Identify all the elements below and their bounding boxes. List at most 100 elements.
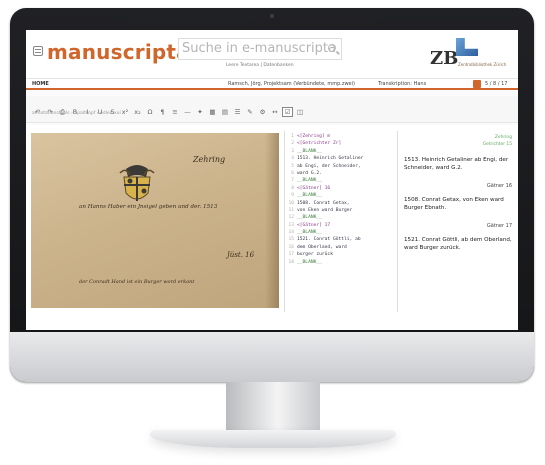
toolbar-button-icon[interactable]: x₂ bbox=[132, 108, 143, 116]
line-number: 1 bbox=[291, 134, 294, 139]
preview-paragraph: 1521. Conrat Göttli, ab dem Oberland, wa… bbox=[404, 237, 512, 251]
line-text: __BLANK__ bbox=[297, 193, 322, 199]
toolbar-button-icon[interactable]: Ω bbox=[145, 108, 156, 116]
camera-dot bbox=[270, 14, 274, 18]
toolbar-path: annotationstools › Spaltkopf › edlen.xul bbox=[32, 111, 121, 116]
line-number: 17 bbox=[288, 252, 294, 258]
editor-line[interactable]: 10 1508. Conrat Getax, bbox=[285, 201, 397, 208]
line-text: <[Gätner] 17 bbox=[297, 222, 331, 228]
editor-line[interactable]: 18 __BLANK__ bbox=[285, 260, 397, 267]
line-text: <[Gätner] 16 bbox=[297, 185, 331, 191]
manuscript-image[interactable]: Zehring an Hanns Haber ein Jnsigel geben… bbox=[31, 133, 279, 308]
line-number: 15 bbox=[288, 237, 294, 243]
line-number: 4 bbox=[291, 156, 294, 162]
page-badge[interactable] bbox=[473, 80, 481, 88]
search-input[interactable]: Suche in e-manuscripta bbox=[178, 38, 342, 60]
line-text: dem Oberland, ward bbox=[297, 244, 347, 250]
line-text: ward G.2. bbox=[297, 170, 322, 176]
editor-line[interactable]: 7 __BLANK__ bbox=[285, 178, 397, 185]
editor-line[interactable]: 9 __BLANK__ bbox=[285, 193, 397, 200]
line-number: 16 bbox=[288, 244, 294, 250]
transcription-preview: Zehring Getrichter 15 1513. Heinrich Get… bbox=[398, 131, 516, 309]
toolbar-button-icon[interactable]: ✦ bbox=[195, 108, 206, 116]
line-number: 8 bbox=[291, 185, 294, 191]
line-text: __BLANK__ bbox=[297, 178, 322, 184]
toolbar-button-icon[interactable]: ▦ bbox=[207, 108, 218, 116]
preview-paragraph: 1513. Heinrich Getaliner ab Engi, der Sc… bbox=[404, 157, 509, 171]
toolbar-button-icon[interactable]: ▤ bbox=[220, 108, 231, 116]
content-area: Zehring an Hanns Haber ein Jnsigel geben… bbox=[26, 125, 518, 330]
editor-line[interactable]: 2 <[Getrichter Zr] bbox=[285, 141, 397, 148]
editor-line[interactable]: 13 <[Gätner] 17 bbox=[285, 223, 397, 230]
line-text: von Eken ward Burger bbox=[297, 207, 353, 213]
line-number: 9 bbox=[291, 193, 294, 199]
preview-heading: Gätner 16 bbox=[486, 183, 512, 189]
line-number: 2 bbox=[291, 141, 294, 147]
manuscript-line: Zehring bbox=[193, 155, 226, 164]
manuscript-line: Jüst. 16 bbox=[227, 251, 255, 259]
monitor-stand-neck bbox=[226, 382, 320, 432]
toolbar-button-icon[interactable]: x² bbox=[120, 108, 131, 116]
zb-logo-mark bbox=[456, 38, 478, 56]
site-header: manuscripta Suche in e-manuscripta Leere… bbox=[26, 30, 518, 78]
toolbar-button-icon[interactable]: ¶ bbox=[157, 108, 168, 116]
line-number: 6 bbox=[291, 170, 294, 176]
line-text: <[Getrichter Zr] bbox=[297, 141, 342, 147]
monitor-frame: manuscripta Suche in e-manuscripta Leere… bbox=[10, 8, 534, 382]
transcription-editor[interactable]: 1 <[Zehring] m 2 <[Getrichter Zr] 3 __BLANK_… bbox=[284, 131, 398, 312]
search-sublinks[interactable]: Leere Textarea | Datenbanken bbox=[226, 63, 294, 68]
breadcrumb[interactable]: Ramsch, Jörg, Projektsam (Verbündete, mm… bbox=[228, 81, 355, 87]
editor-line[interactable]: 15 1521. Conrat Göttli, ab bbox=[285, 237, 397, 244]
line-number: 13 bbox=[288, 222, 294, 228]
editor-line[interactable]: 12 __BLANK__ bbox=[285, 215, 397, 222]
transcription-label[interactable]: Transkription: Hans bbox=[378, 81, 426, 87]
toolbar-button-icon[interactable]: ≡ bbox=[170, 108, 181, 116]
line-text: __BLANK__ bbox=[297, 215, 322, 221]
monitor-stand-base bbox=[150, 430, 396, 448]
line-text: __BLANK__ bbox=[297, 230, 322, 236]
nav-bar: HOME Ramsch, Jörg, Projektsam (Verbündet… bbox=[26, 78, 518, 90]
preview-paragraph: 1508. Conrat Getax, von Eken ward Burger… bbox=[404, 197, 504, 211]
page-gutter-shadow bbox=[265, 133, 279, 308]
monitor-chin bbox=[10, 332, 534, 382]
editor-toolbar: ↶ ↷ ⎙ B I U Sx² x₂ Ω ¶ ≡ — ✦ ▦ ▤ ☰ ✎ ⚙ ↔ ☑ ◫ annotationstool… bbox=[26, 96, 518, 123]
line-text: burger zurück bbox=[297, 252, 333, 258]
zb-logo[interactable]: ZB bbox=[430, 48, 458, 69]
line-number: 7 bbox=[291, 178, 294, 184]
line-number: 10 bbox=[288, 200, 294, 206]
line-number: 11 bbox=[288, 207, 294, 213]
toolbar-button-icon[interactable]: — bbox=[182, 108, 193, 116]
line-text: ab Engi, der Schneider, bbox=[297, 163, 361, 169]
editor-line[interactable]: 17 burger zurück bbox=[285, 252, 397, 259]
search-placeholder: Suche in e-manuscripta bbox=[182, 41, 336, 56]
toolbar-button-icon[interactable]: ◫ bbox=[295, 108, 306, 116]
menu-book-icon[interactable] bbox=[33, 46, 43, 56]
line-number: 18 bbox=[288, 259, 294, 265]
editor-line[interactable]: 5 ab Engi, der Schneider, bbox=[285, 164, 397, 171]
nav-home-link[interactable]: HOME bbox=[32, 81, 49, 87]
zb-subtitle: Zentralbibliothek Zürich bbox=[458, 62, 507, 67]
toolbar-button-icon[interactable]: ↔ bbox=[270, 108, 281, 116]
toolbar-button-icon[interactable]: ☑ bbox=[282, 107, 293, 117]
screen: manuscripta Suche in e-manuscripta Leere… bbox=[26, 30, 518, 330]
line-text: __BLANK__ bbox=[297, 259, 322, 265]
line-text: __BLANK__ bbox=[297, 148, 322, 154]
line-text: 1508. Conrat Getax, bbox=[297, 200, 350, 206]
line-number: 14 bbox=[288, 230, 294, 236]
site-logo[interactable]: manuscripta bbox=[47, 40, 190, 64]
line-number: 12 bbox=[288, 215, 294, 221]
toolbar-button-icon[interactable]: ☰ bbox=[232, 108, 243, 116]
toolbar-button-icon[interactable]: ✎ bbox=[245, 108, 256, 116]
manuscript-line: an Hanns Haber ein Jnsigel geben und der… bbox=[79, 204, 218, 210]
line-number: 3 bbox=[291, 148, 294, 154]
line-text: 1513. Heinrich Getaliner bbox=[297, 156, 364, 162]
coat-of-arms-image bbox=[119, 165, 155, 201]
search-icon[interactable] bbox=[328, 44, 336, 52]
toolbar-button-icon[interactable]: ⚙ bbox=[257, 108, 268, 116]
line-number: 5 bbox=[291, 163, 294, 169]
line-text: <[Zehring] m bbox=[297, 134, 331, 139]
preview-heading: Gätner 17 bbox=[486, 223, 512, 229]
preview-heading: Zehring bbox=[494, 135, 512, 140]
page-counter: 5 / 8 / 17 bbox=[485, 81, 508, 87]
editor-line[interactable]: 4 1513. Heinrich Getaliner bbox=[285, 156, 397, 163]
